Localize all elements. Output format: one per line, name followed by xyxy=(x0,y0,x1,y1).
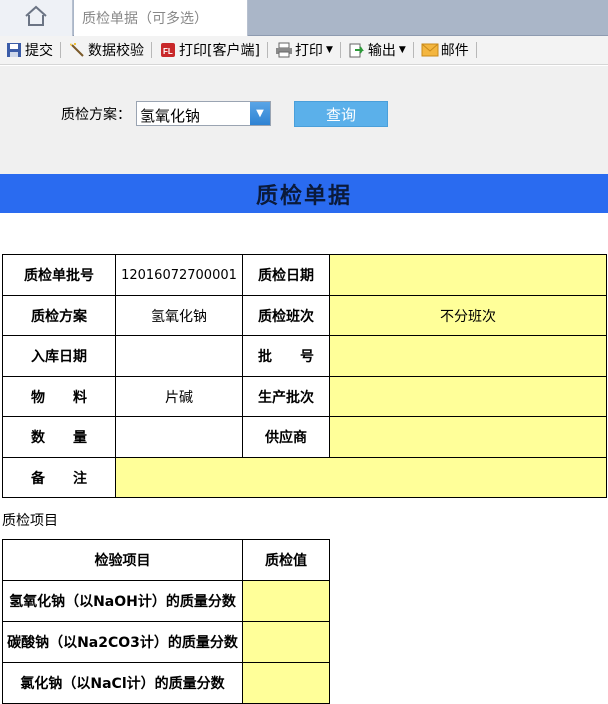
remark-label: 备 注 xyxy=(2,457,116,498)
table-row: 氢氧化钠（以NaOH计）的质量分数 xyxy=(2,580,330,622)
scheme-filter-label: 质检方案： xyxy=(61,107,131,123)
storage-date-label: 入库日期 xyxy=(2,335,116,377)
date-field[interactable] xyxy=(329,254,607,296)
shift-field[interactable]: 不分班次 xyxy=(329,295,607,336)
query-button[interactable]: 查询 xyxy=(294,101,388,127)
supplier-field[interactable] xyxy=(329,416,607,458)
quantity-label: 数 量 xyxy=(2,416,116,458)
tab-quality-documents[interactable]: 质检单据（可多选） xyxy=(74,0,248,36)
table-row: 氯化钠（以NaCl计）的质量分数 xyxy=(2,662,330,704)
lot-field[interactable] xyxy=(329,335,607,377)
export-button[interactable]: 输出 ▼ xyxy=(345,38,409,62)
home-tab[interactable] xyxy=(0,0,73,36)
scheme-select[interactable]: 氢氧化钠 ▼ xyxy=(136,101,271,126)
toolbar-separator xyxy=(60,42,61,58)
scheme-value[interactable]: 氢氧化钠 xyxy=(115,295,243,336)
column-header-value: 质检值 xyxy=(242,539,330,581)
toolbar-separator xyxy=(339,42,341,58)
save-icon xyxy=(5,41,23,59)
production-batch-field[interactable] xyxy=(329,376,607,417)
tab-label: 质检单据（可多选） xyxy=(82,11,208,27)
items-section-title: 质检项目 xyxy=(2,513,58,529)
item-name: 氢氧化钠（以NaOH计）的质量分数 xyxy=(2,580,243,622)
toolbar-separator xyxy=(412,42,414,58)
chevron-down-icon: ▼ xyxy=(398,45,406,55)
printer-icon xyxy=(275,41,293,59)
chevron-down-icon: ▼ xyxy=(325,45,333,55)
print-button[interactable]: 打印 ▼ xyxy=(272,38,336,62)
validate-button[interactable]: 数据校验 xyxy=(65,38,147,62)
chevron-down-icon[interactable]: ▼ xyxy=(250,102,270,125)
lot-label: 批 号 xyxy=(242,335,330,377)
shift-label: 质检班次 xyxy=(242,295,330,336)
svg-text:FL: FL xyxy=(163,47,173,56)
batch-no-value[interactable]: 12016072700001 xyxy=(115,254,243,296)
item-name: 氯化钠（以NaCl计）的质量分数 xyxy=(2,662,243,704)
toolbar: 提交 数据校验 FL 打印[客户端] 打印 ▼ 输出 ▼ 邮件 xyxy=(0,36,608,65)
scheme-label: 质检方案 xyxy=(2,295,116,336)
production-batch-label: 生产批次 xyxy=(242,376,330,417)
export-icon xyxy=(348,41,366,59)
supplier-label: 供应商 xyxy=(242,416,330,458)
tab-strip: 质检单据（可多选） xyxy=(0,0,608,36)
item-value-field[interactable] xyxy=(242,621,330,663)
item-value-field[interactable] xyxy=(242,580,330,622)
remark-field[interactable] xyxy=(115,457,607,498)
toolbar-separator xyxy=(475,42,477,58)
print-client-icon: FL xyxy=(159,41,177,59)
submit-button[interactable]: 提交 xyxy=(2,38,56,62)
material-value[interactable]: 片碱 xyxy=(115,376,243,417)
items-table: 检验项目 质检值 氢氧化钠（以NaOH计）的质量分数 碳酸钠（以Na2CO3计）… xyxy=(2,539,330,704)
toolbar-separator xyxy=(151,42,152,58)
mail-button[interactable]: 邮件 xyxy=(418,38,472,62)
filter-panel: 质检方案： 氢氧化钠 ▼ 查询 xyxy=(0,66,608,174)
quantity-field[interactable] xyxy=(115,416,243,458)
wand-icon xyxy=(68,41,86,59)
item-value-field[interactable] xyxy=(242,662,330,704)
material-label: 物 料 xyxy=(2,376,116,417)
scheme-select-value: 氢氧化钠 xyxy=(140,107,201,125)
storage-date-field[interactable] xyxy=(115,335,243,377)
page-title: 质检单据 xyxy=(0,174,608,213)
header-form-table: 质检单批号 12016072700001 质检日期 质检方案 氢氧化钠 质检班次… xyxy=(2,254,607,498)
toolbar-separator xyxy=(266,42,268,58)
mail-icon xyxy=(421,41,439,59)
item-name: 碳酸钠（以Na2CO3计）的质量分数 xyxy=(2,621,243,663)
home-icon xyxy=(23,5,49,31)
column-header-item: 检验项目 xyxy=(2,539,243,581)
print-client-button[interactable]: FL 打印[客户端] xyxy=(156,38,263,62)
table-row: 碳酸钠（以Na2CO3计）的质量分数 xyxy=(2,621,330,663)
batch-no-label: 质检单批号 xyxy=(2,254,116,296)
date-label: 质检日期 xyxy=(242,254,330,296)
